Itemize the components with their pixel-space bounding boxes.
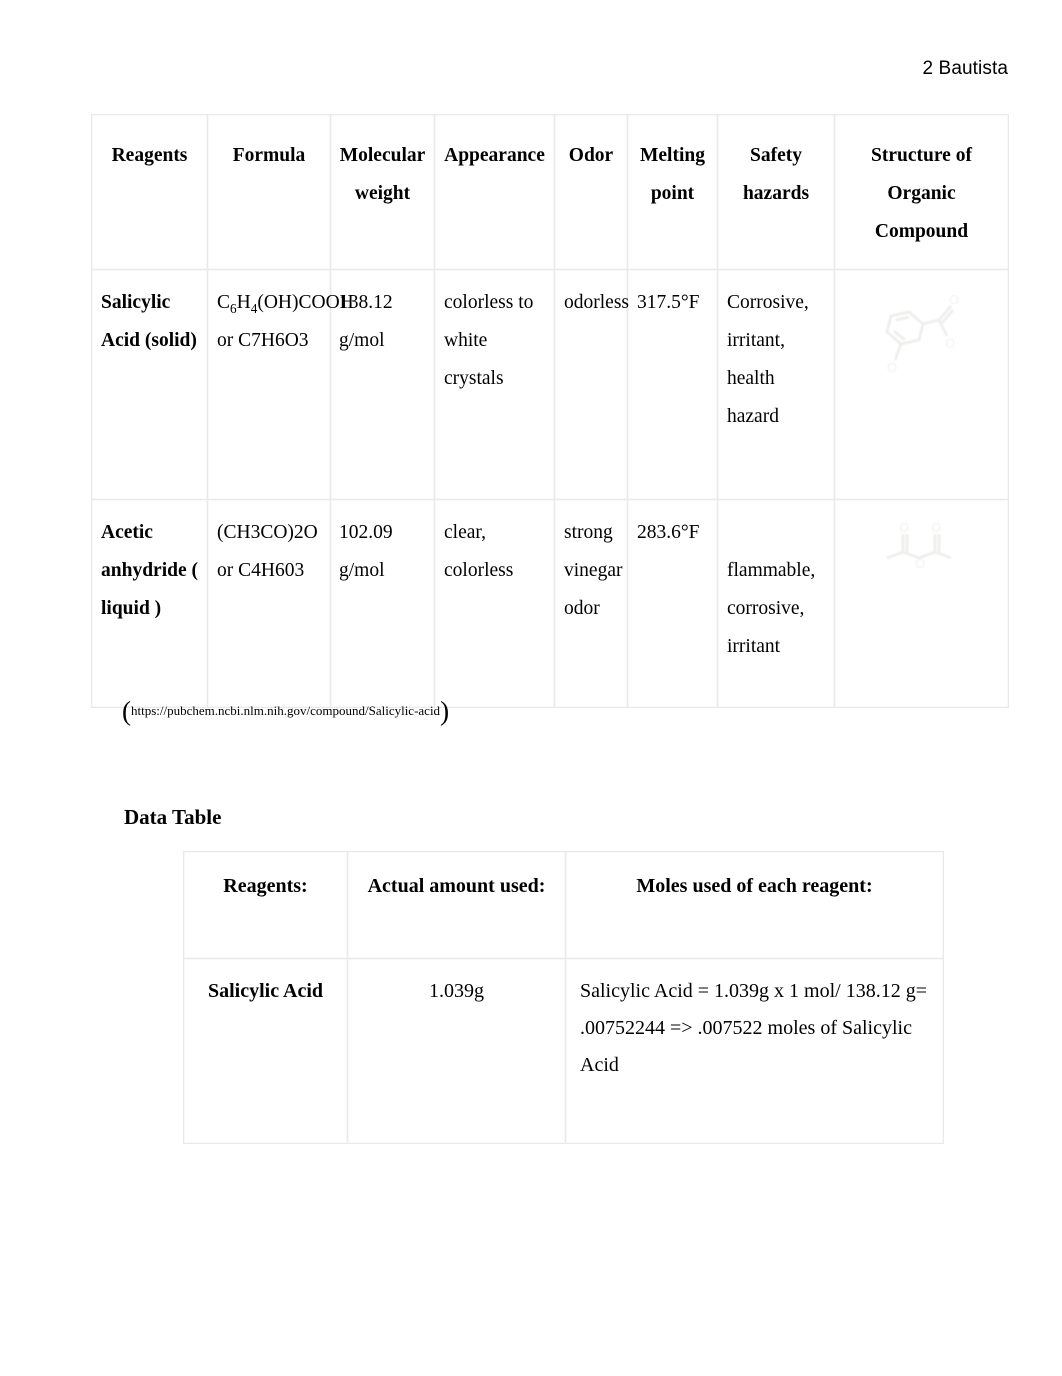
data-table: Reagents: Actual amount used: Moles used… bbox=[183, 851, 944, 1144]
header-appearance: Appearance bbox=[434, 114, 555, 270]
cell-safety-hazards: flammable, corrosive, irritant bbox=[717, 499, 835, 708]
cell-actual-amount: 1.039g bbox=[347, 958, 566, 1144]
header-melting-point: Melting point bbox=[627, 114, 718, 270]
cell-odor: strong vinegar odor bbox=[554, 499, 628, 708]
table-header-row: Reagents Formula Molecular weight Appear… bbox=[91, 114, 1009, 270]
header-reagents: Reagents: bbox=[183, 851, 348, 959]
formula-element-c: C bbox=[217, 292, 231, 313]
header-molecular-weight: Molecular weight bbox=[330, 114, 435, 270]
cell-safety-hazards: Corrosive, irritant, health hazard bbox=[717, 269, 835, 500]
header-actual-amount: Actual amount used: bbox=[347, 851, 566, 959]
header-moles-used: Moles used of each reagent: bbox=[565, 851, 944, 959]
source-citation: (https://pubchem.ncbi.nlm.nih.gov/compou… bbox=[122, 698, 449, 725]
cell-appearance: colorless to white crystals bbox=[434, 269, 555, 500]
header-reagents: Reagents bbox=[91, 114, 208, 270]
cell-structure-image: O O O bbox=[834, 269, 1009, 500]
header-safety-hazards: Safety hazards bbox=[717, 114, 835, 270]
formula-alternate: C4H603 bbox=[238, 560, 305, 581]
cell-melting-point: 317.5°F bbox=[627, 269, 718, 500]
header-structure: Structure of Organic Compound bbox=[834, 114, 1009, 270]
cell-formula: (CH3CO)2O or C4H603 bbox=[207, 499, 331, 708]
citation-open-paren: ( bbox=[122, 696, 131, 726]
page-header: 2 Bautista bbox=[922, 58, 1008, 79]
header-odor: Odor bbox=[554, 114, 628, 270]
svg-text:O: O bbox=[899, 520, 909, 535]
salicylic-acid-structure-icon: O O O bbox=[885, 292, 959, 375]
cell-appearance: clear, colorless bbox=[434, 499, 555, 708]
formula-element-h: H bbox=[236, 292, 251, 313]
cell-reagent-name: Acetic anhydride ( liquid ) bbox=[91, 499, 208, 708]
svg-text:O: O bbox=[915, 556, 925, 571]
data-table-heading: Data Table bbox=[124, 805, 222, 829]
citation-close-paren: ) bbox=[440, 696, 450, 726]
svg-text:O: O bbox=[931, 520, 941, 535]
cell-formula: C6H4(OH)COOH or C7H6O3 bbox=[207, 269, 354, 500]
cell-melting-point: 283.6°F bbox=[627, 499, 718, 708]
cell-odor: odorless bbox=[554, 269, 629, 500]
table-row: Acetic anhydride ( liquid ) (CH3CO)2O or… bbox=[91, 499, 1009, 708]
table-row: Salicylic Acid (solid) C6H4(OH)COOH or C… bbox=[91, 269, 1009, 500]
svg-text:O: O bbox=[887, 360, 897, 375]
cell-structure-image: O O O bbox=[834, 499, 1009, 708]
header-formula: Formula bbox=[207, 114, 331, 270]
citation-url: https://pubchem.ncbi.nlm.nih.gov/compoun… bbox=[131, 703, 441, 718]
svg-text:O: O bbox=[945, 336, 955, 351]
cell-reagent-name: Salicylic Acid bbox=[183, 958, 348, 1144]
formula-subscript-6: 6 bbox=[230, 300, 237, 316]
cell-molecular-weight: 102.09 g/mol bbox=[330, 499, 435, 708]
cell-reagent-name: Salicylic Acid (solid) bbox=[91, 269, 208, 500]
table-header-row: Reagents: Actual amount used: Moles used… bbox=[183, 851, 944, 959]
formula-alternate: C7H6O3 bbox=[238, 330, 309, 351]
cell-moles-calculation: Salicylic Acid = 1.039g x 1 mol/ 138.12 … bbox=[565, 958, 944, 1144]
acetic-anhydride-structure-icon: O O O bbox=[886, 520, 952, 571]
svg-text:O: O bbox=[949, 292, 959, 307]
reagent-properties-table: Reagents Formula Molecular weight Appear… bbox=[91, 114, 1009, 708]
table-row: Salicylic Acid 1.039g Salicylic Acid = 1… bbox=[183, 958, 944, 1144]
cell-molecular-weight: 138.12 g/mol bbox=[330, 269, 435, 500]
